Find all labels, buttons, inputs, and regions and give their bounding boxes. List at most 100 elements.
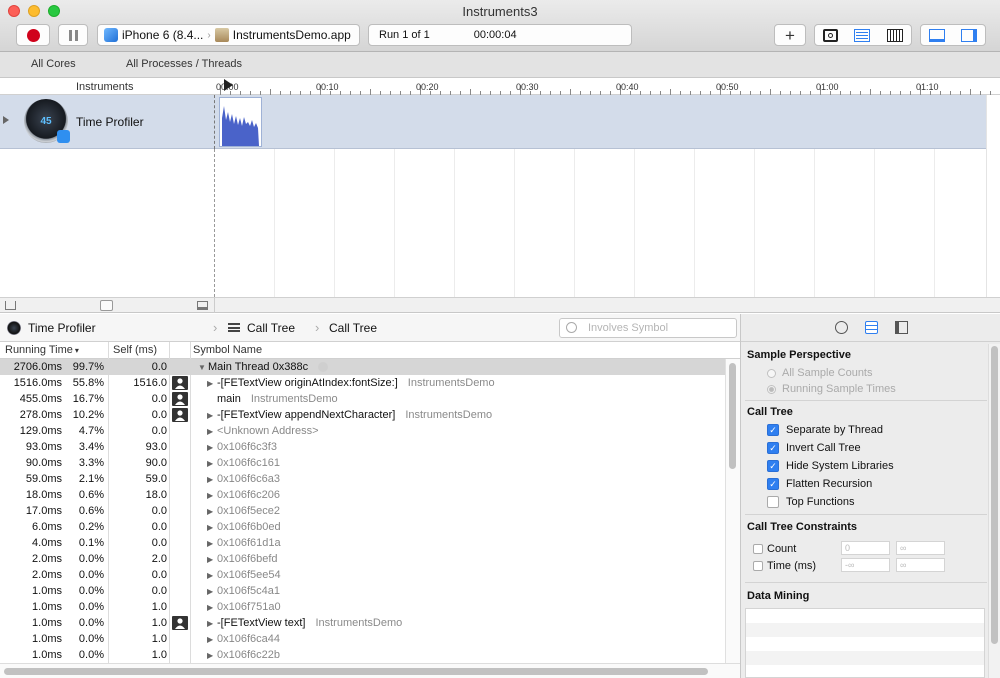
radio-label: Running Sample Times — [782, 383, 896, 395]
self-time-cell: 93.0 — [145, 441, 167, 453]
count-constraint-checkbox[interactable]: Count — [753, 543, 796, 555]
scroller-knob-icon[interactable] — [100, 300, 113, 311]
symbol-name-column-header[interactable]: Symbol Name — [193, 344, 262, 356]
view-mode-group — [814, 24, 912, 46]
time-constraint-checkbox[interactable]: Time (ms) — [753, 560, 816, 572]
all-cores-tab[interactable]: All Cores — [31, 58, 76, 70]
symbol-name: -[FETextView originAtIndex:fontSize:] — [217, 377, 398, 389]
call-tree-row[interactable]: 4.0ms 0.1% 0.0 ▶ 0x106f61d1a — [0, 535, 725, 551]
call-tree-row[interactable]: 455.0ms 16.7% 0.0 main InstrumentsDemo — [0, 391, 725, 407]
jump-view2[interactable]: Call Tree — [329, 321, 377, 335]
disclosure-collapsed-icon[interactable]: ▶ — [207, 520, 217, 536]
symbol-cell: ▶ 0x106f6c6a3 — [207, 471, 280, 488]
disclosure-collapsed-icon[interactable]: ▶ — [207, 424, 217, 440]
call-tree-vertical-scrollbar[interactable] — [725, 359, 740, 663]
track-layout-icon[interactable] — [197, 301, 208, 310]
disclosure-collapsed-icon[interactable]: ▶ — [207, 552, 217, 568]
call-tree-row[interactable]: 129.0ms 4.7% 0.0 ▶ <Unknown Address> — [0, 423, 725, 439]
disclosure-collapsed-icon[interactable]: ▶ — [207, 632, 217, 648]
bottom-panel-icon[interactable] — [929, 28, 945, 42]
disclosure-collapsed-icon[interactable]: ▶ — [207, 440, 217, 456]
chart-icon[interactable] — [5, 301, 16, 310]
disclosure-collapsed-icon[interactable]: ▶ — [207, 408, 217, 424]
disclosure-collapsed-icon[interactable]: ▶ — [207, 648, 217, 663]
call-tree-row[interactable]: 1516.0ms 55.8% 1516.0 ▶ -[FETextView originA… — [0, 375, 725, 391]
call-tree-row[interactable]: 59.0ms 2.1% 59.0 ▶ 0x106f6c6a3 — [0, 471, 725, 487]
disclosure-collapsed-icon[interactable]: ▶ — [207, 376, 217, 392]
running-sample-times-radio[interactable]: Running Sample Times — [767, 383, 896, 395]
count-min-field[interactable]: 0 — [841, 541, 890, 555]
record-settings-icon[interactable] — [835, 321, 848, 334]
involves-symbol-search[interactable]: Involves Symbol — [559, 318, 737, 338]
call-tree-row[interactable]: 93.0ms 3.4% 93.0 ▶ 0x106f6c3f3 — [0, 439, 725, 455]
jump-view1[interactable]: Call Tree — [247, 321, 295, 335]
jump-instrument[interactable]: Time Profiler — [28, 321, 96, 335]
gear-icon[interactable] — [823, 28, 839, 42]
call-tree-row[interactable]: 1.0ms 0.0% 1.0 ▶ 0x106f6c22b — [0, 647, 725, 663]
time-profiler-track[interactable]: 45 Time Profiler — [0, 95, 986, 149]
call-tree-row[interactable]: 1.0ms 0.0% 1.0 ▶ 0x106f751a0 — [0, 599, 725, 615]
disclosure-collapsed-icon[interactable]: ▶ — [207, 536, 217, 552]
disclosure-collapsed-icon[interactable]: ▶ — [207, 568, 217, 584]
call-tree-row[interactable]: 6.0ms 0.2% 0.0 ▶ 0x106f6b0ed — [0, 519, 725, 535]
user-code-icon[interactable] — [172, 376, 188, 390]
disclosure-collapsed-icon[interactable]: ▶ — [207, 456, 217, 472]
disclosure-collapsed-icon[interactable]: ▶ — [207, 584, 217, 600]
pause-button[interactable] — [58, 24, 88, 46]
symbol-name: 0x106f6ca44 — [217, 633, 280, 645]
call-tree-row[interactable]: 2.0ms 0.0% 0.0 ▶ 0x106f5ee54 — [0, 567, 725, 583]
ruler-tick-label: 00:30 — [516, 82, 539, 92]
call-tree-row[interactable]: 2706.0ms 99.7% 0.0 ▼ Main Thread 0x388c — [0, 359, 725, 375]
call-tree-row[interactable]: 1.0ms 0.0% 0.0 ▶ 0x106f5c4a1 — [0, 583, 725, 599]
call-tree-row[interactable]: 1.0ms 0.0% 1.0 ▶ 0x106f6ca44 — [0, 631, 725, 647]
extended-detail-icon[interactable] — [895, 321, 908, 334]
all-sample-counts-radio[interactable]: All Sample Counts — [767, 367, 873, 379]
call-tree-option-checkbox[interactable]: ✓ Hide System Libraries — [767, 460, 894, 472]
record-button[interactable] — [16, 24, 50, 46]
person-icon — [172, 408, 188, 422]
person-icon — [172, 392, 188, 406]
call-tree-option-checkbox[interactable]: ✓ Flatten Recursion — [767, 478, 872, 490]
call-tree-row[interactable]: 2.0ms 0.0% 2.0 ▶ 0x106f6befd — [0, 551, 725, 567]
call-tree-option-checkbox[interactable]: ✓ Invert Call Tree — [767, 442, 861, 454]
disclosure-collapsed-icon[interactable]: ▶ — [207, 616, 217, 632]
call-tree-row[interactable]: 17.0ms 0.6% 0.0 ▶ 0x106f5ece2 — [0, 503, 725, 519]
inspector-scrollbar[interactable] — [988, 344, 1000, 678]
count-max-field[interactable]: ∞ — [896, 541, 945, 555]
add-instrument-button[interactable]: + — [774, 24, 806, 46]
disclosure-collapsed-icon[interactable]: ▶ — [207, 488, 217, 504]
call-tree-row[interactable]: 18.0ms 0.6% 18.0 ▶ 0x106f6c206 — [0, 487, 725, 503]
grid-view-icon[interactable] — [886, 28, 903, 42]
call-tree-row[interactable]: 90.0ms 3.3% 90.0 ▶ 0x106f6c161 — [0, 455, 725, 471]
all-processes-tab[interactable]: All Processes / Threads — [126, 58, 242, 70]
disclosure-expanded-icon[interactable]: ▼ — [198, 360, 208, 376]
call-tree-row[interactable]: 1.0ms 0.0% 1.0 ▶ -[FETextView text] Instrumen… — [0, 615, 725, 631]
call-tree-option-checkbox[interactable]: ✓ Separate by Thread — [767, 424, 883, 436]
user-code-icon[interactable] — [172, 392, 188, 406]
inspector-scroll-thumb[interactable] — [991, 346, 998, 644]
time-min-field[interactable]: -∞ — [841, 558, 890, 572]
disclosure-collapsed-icon[interactable]: ▶ — [207, 600, 217, 616]
list-view-icon[interactable] — [854, 28, 871, 42]
right-panel-icon[interactable] — [961, 28, 977, 42]
horizontal-scroll-thumb[interactable] — [4, 668, 708, 675]
data-mining-list[interactable] — [745, 608, 985, 678]
call-tree-horizontal-scrollbar[interactable] — [0, 663, 740, 678]
display-settings-icon[interactable] — [865, 321, 878, 334]
focus-arrow-icon[interactable] — [318, 362, 329, 373]
user-code-icon[interactable] — [172, 408, 188, 422]
call-tree-row[interactable]: 278.0ms 10.2% 0.0 ▶ -[FETextView appendNextC… — [0, 407, 725, 423]
vertical-scroll-thumb[interactable] — [729, 363, 736, 469]
target-selector[interactable]: iPhone 6 (8.4... › InstrumentsDemo.app — [97, 24, 360, 46]
timeline-gridline — [454, 149, 455, 297]
disclosure-collapsed-icon[interactable]: ▶ — [207, 504, 217, 520]
playhead-icon[interactable] — [224, 79, 233, 91]
user-code-icon[interactable] — [172, 616, 188, 630]
symbol-cell: ▶ 0x106f61d1a — [207, 535, 281, 552]
running-time-column-header[interactable]: Running Time ▾ — [5, 344, 79, 356]
disclosure-collapsed-icon[interactable]: ▶ — [207, 472, 217, 488]
self-column-header[interactable]: Self (ms) — [113, 344, 157, 356]
time-max-field[interactable]: ∞ — [896, 558, 945, 572]
call-tree-option-checkbox[interactable]: Top Functions — [767, 496, 854, 508]
disclosure-triangle-icon[interactable] — [3, 116, 9, 124]
